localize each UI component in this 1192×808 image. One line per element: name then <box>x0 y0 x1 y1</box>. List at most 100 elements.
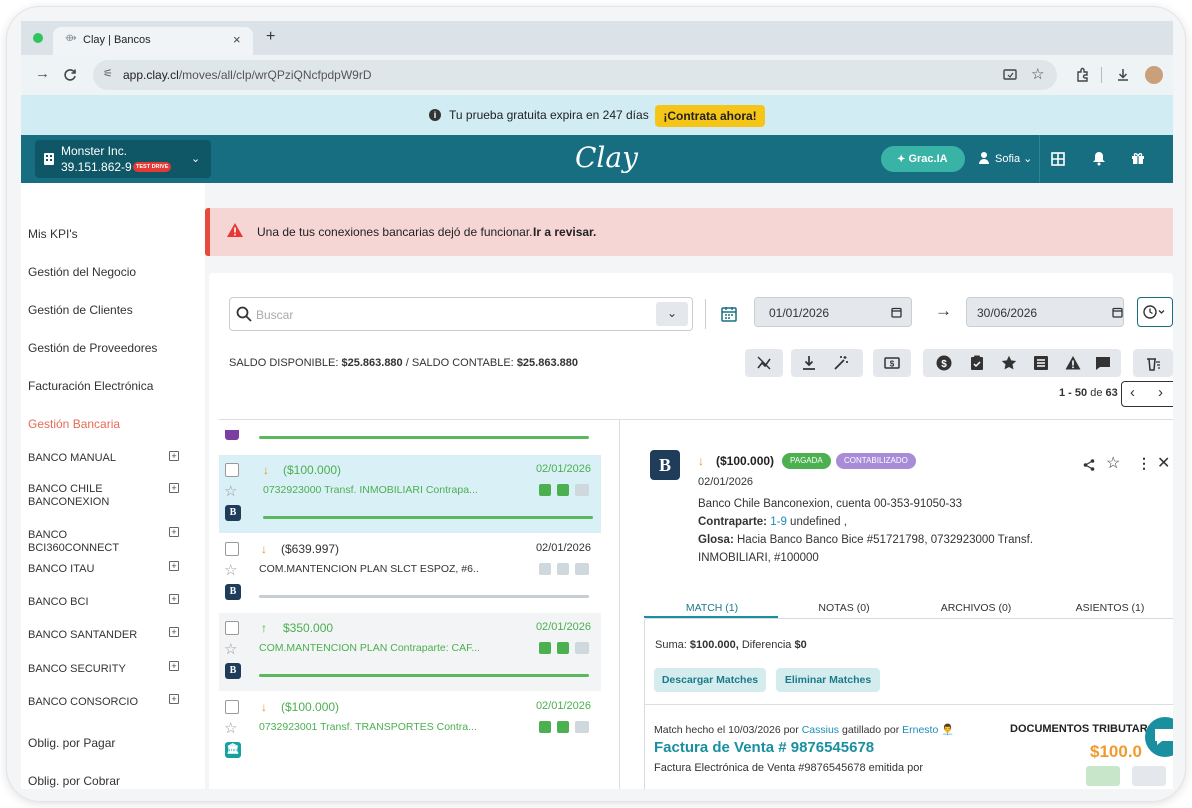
date-from-field[interactable]: 01/01/2026 <box>754 297 912 327</box>
trial-banner: i Tu prueba gratuita expira en 247 días … <box>21 95 1173 135</box>
sidebar-item-negocio[interactable]: Gestión del Negocio <box>28 265 136 279</box>
delete-filter-button[interactable] <box>1133 349 1173 377</box>
download-matches-button[interactable]: Descargar Matches <box>654 668 766 692</box>
clay-logo[interactable]: Clay <box>575 141 638 174</box>
expand-plus-icon[interactable]: + <box>169 451 179 461</box>
new-tab-icon[interactable]: + <box>266 28 275 46</box>
profile-avatar[interactable] <box>1145 66 1163 84</box>
star-outline-icon[interactable]: ☆ <box>224 721 237 736</box>
sidebar-item-oblig-cobrar[interactable]: Oblig. por Cobrar <box>28 774 120 788</box>
reload-icon[interactable] <box>63 68 77 82</box>
money-button[interactable]: $ <box>873 349 911 377</box>
browser-tab[interactable]: ⟴ Clay | Bancos × <box>53 27 253 55</box>
bookmark-star-icon[interactable]: ☆ <box>1031 65 1044 83</box>
more-vert-icon[interactable]: ⋮ <box>1137 455 1151 472</box>
download-icon[interactable] <box>1115 67 1131 83</box>
gift-icon[interactable] <box>1131 151 1145 165</box>
tab-match[interactable]: MATCH (1) <box>642 602 782 614</box>
sidebar-bank-consorcio[interactable]: BANCO CONSORCIO <box>28 696 158 709</box>
invoice-action-button[interactable] <box>1086 766 1120 786</box>
sidebar-bank-bci360[interactable]: BANCO BCI360CONNECT <box>28 529 158 555</box>
sidebar-bank-santander[interactable]: BANCO SANTANDER <box>28 629 158 642</box>
prev-page-icon[interactable]: ‹ <box>1130 384 1135 401</box>
share-icon[interactable] <box>1083 459 1095 471</box>
select-checkbox[interactable] <box>225 700 239 714</box>
sidebar-bank-manual[interactable]: BANCO MANUAL <box>28 452 158 465</box>
invoice-link[interactable]: Factura de Venta # 9876545678 <box>654 739 874 756</box>
list-item[interactable]: ☆ B ↑ $350.000 02/01/2026 COM.MANTENCION… <box>219 613 601 691</box>
calendar-small-icon[interactable] <box>1112 307 1123 318</box>
sidebar-item-facturacion[interactable]: Facturación Electrónica <box>28 379 153 393</box>
extensions-icon[interactable] <box>1075 67 1091 83</box>
expand-plus-icon[interactable]: + <box>169 527 179 537</box>
alert-review-link[interactable]: Ir a revisar. <box>533 225 596 239</box>
contraparte-link[interactable]: 1-9 <box>770 516 787 528</box>
star-filled-icon[interactable] <box>1001 355 1017 371</box>
forward-arrow-icon[interactable]: → <box>35 65 50 82</box>
star-outline-icon[interactable]: ☆ <box>1106 453 1120 473</box>
calendar-icon[interactable] <box>721 306 737 322</box>
select-checkbox[interactable] <box>225 542 239 556</box>
reconcile-button[interactable] <box>745 349 783 377</box>
close-icon[interactable]: ✕ <box>1157 453 1170 473</box>
magic-wand-icon[interactable] <box>833 355 849 371</box>
expand-plus-icon[interactable]: + <box>169 627 179 637</box>
address-bar[interactable]: ⚟ app.clay.cl/moves/all/clp/wrQPziQNcfpd… <box>93 60 1057 90</box>
search-input[interactable]: Buscar ⌄ <box>229 297 693 331</box>
tab-asientos[interactable]: ASIENTOS (1) <box>1040 602 1173 614</box>
list-icon[interactable] <box>1033 355 1049 371</box>
expand-plus-icon[interactable]: + <box>169 694 179 704</box>
bank-logo: B <box>650 450 680 480</box>
match-user-link[interactable]: Cassius <box>802 724 839 736</box>
list-item[interactable]: ☆ 🏛 ↓ ($100.000) 02/01/2026 0732923001 T… <box>219 692 601 770</box>
delete-matches-button[interactable]: Eliminar Matches <box>776 668 880 692</box>
move-description: 0732923001 Transf. TRANSPORTES Contra... <box>259 721 477 733</box>
download-icon[interactable] <box>801 355 817 371</box>
star-outline-icon[interactable]: ☆ <box>224 563 237 578</box>
select-checkbox[interactable] <box>225 463 239 477</box>
grid-icon[interactable] <box>1051 152 1065 166</box>
dollar-circle-icon[interactable]: $ <box>936 355 952 371</box>
list-item[interactable]: ☆ B ↓ ($639.997) 02/01/2026 COM.MANTENCI… <box>219 534 601 612</box>
sidebar-bank-bci[interactable]: BANCO BCI <box>28 596 158 609</box>
search-dropdown-button[interactable]: ⌄ <box>656 302 688 326</box>
sidebar-item-kpis[interactable]: Mis KPI's <box>28 227 78 241</box>
window-dot-icon[interactable] <box>33 33 43 43</box>
clipboard-check-icon[interactable] <box>969 355 985 371</box>
expand-plus-icon[interactable]: + <box>169 661 179 671</box>
invoice-subtitle: Factura Electrónica de Venta #9876545678… <box>654 762 924 774</box>
next-page-icon[interactable]: › <box>1158 384 1163 401</box>
expand-plus-icon[interactable]: + <box>169 483 179 493</box>
user-menu[interactable]: Sofia ⌄ <box>995 152 1032 165</box>
date-to-field[interactable]: 30/06/2026 <box>966 297 1124 327</box>
grac-ia-button[interactable]: ✦ Grac.IA <box>881 146 965 172</box>
expand-plus-icon[interactable]: + <box>169 561 179 571</box>
sidebar-bank-chile[interactable]: BANCO CHILE BANCONEXION <box>28 483 158 509</box>
star-outline-icon[interactable]: ☆ <box>224 484 237 499</box>
contract-now-button[interactable]: ¡Contrata ahora! <box>655 105 765 127</box>
date-preset-button[interactable] <box>1137 297 1173 327</box>
tab-notas[interactable]: NOTAS (0) <box>774 602 914 614</box>
select-checkbox[interactable] <box>225 621 239 635</box>
sidebar-item-clientes[interactable]: Gestión de Clientes <box>28 303 133 317</box>
cast-icon[interactable] <box>1003 68 1017 82</box>
warning-icon[interactable] <box>1065 355 1081 371</box>
sidebar-bank-security[interactable]: BANCO SECURITY <box>28 663 158 676</box>
list-item[interactable]: ☆ B ↓ ($100.000) 02/01/2026 0732923000 T… <box>219 455 601 533</box>
tab-close-icon[interactable]: × <box>233 32 241 47</box>
address-row: → ⚟ app.clay.cl/moves/all/clp/wrQPziQNcf… <box>21 55 1173 95</box>
company-selector[interactable]: Monster Inc. 39.151.862-9 TEST DRIVE ⌄ <box>35 140 211 178</box>
sidebar-item-proveedores[interactable]: Gestión de Proveedores <box>28 341 157 355</box>
star-outline-icon[interactable]: ☆ <box>224 642 237 657</box>
site-settings-icon[interactable]: ⚟ <box>103 67 113 80</box>
comment-icon[interactable] <box>1095 355 1111 371</box>
invoice-action-button[interactable] <box>1132 766 1166 786</box>
tab-archivos[interactable]: ARCHIVOS (0) <box>906 602 1046 614</box>
expand-plus-icon[interactable]: + <box>169 594 179 604</box>
sidebar-item-oblig-pagar[interactable]: Oblig. por Pagar <box>28 736 115 750</box>
sidebar-bank-itau[interactable]: BANCO ITAU <box>28 563 158 576</box>
calendar-small-icon[interactable] <box>891 307 902 318</box>
match-trigger-link[interactable]: Ernesto <box>902 724 938 736</box>
bell-icon[interactable] <box>1092 151 1106 166</box>
sidebar-item-gestion-bancaria[interactable]: Gestión Bancaria <box>28 417 120 431</box>
